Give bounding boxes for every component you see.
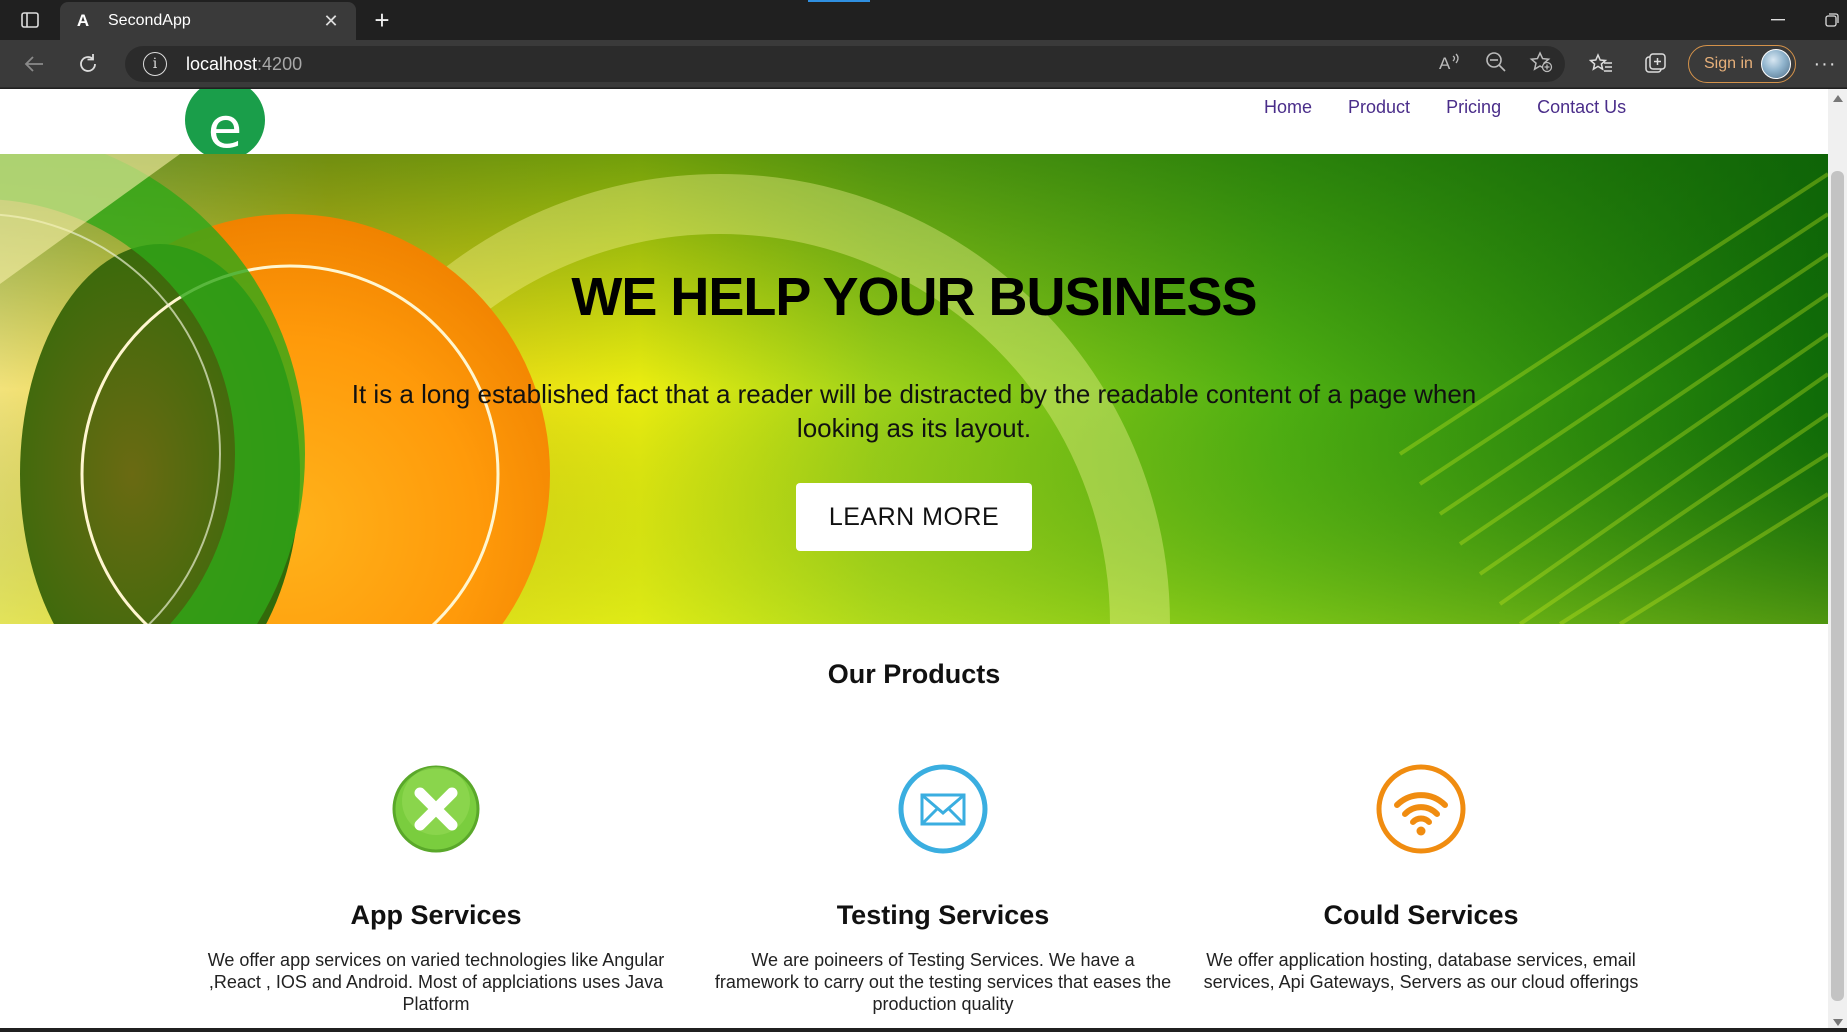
product-desc: We offer application hosting, database s… (1203, 950, 1639, 992)
sign-in-button[interactable]: Sign in (1688, 45, 1796, 83)
new-tab-icon[interactable]: + (368, 5, 396, 35)
close-tab-icon[interactable]: ✕ (320, 11, 342, 32)
scroll-up-icon[interactable] (1833, 95, 1843, 102)
product-card-app: App Services We offer app services on va… (201, 761, 671, 1015)
minimize-icon[interactable] (1766, 8, 1790, 32)
hero-title: WE HELP YOUR BUSINESS (571, 267, 1257, 327)
product-card-testing: Testing Services We are poineers of Test… (708, 761, 1178, 1015)
window-bottom-edge (0, 1028, 1847, 1032)
address-bar[interactable]: i localhost:4200 A (125, 46, 1565, 82)
product-desc: We offer app services on varied technolo… (207, 950, 665, 1014)
nav-contact-link[interactable]: Contact Us (1537, 97, 1626, 118)
product-card-cloud: Could Services We offer application host… (1186, 761, 1656, 993)
wifi-icon (1376, 764, 1466, 854)
address-port: :4200 (257, 53, 303, 74)
site-info-icon[interactable]: i (143, 52, 167, 76)
products-title: Our Products (827, 659, 1001, 689)
site-header: e Home Product Pricing Contact Us (0, 89, 1828, 161)
favorites-icon[interactable] (1585, 49, 1617, 79)
svg-text:e: e (208, 96, 242, 161)
envelope-icon (898, 764, 988, 854)
page-viewport: e Home Product Pricing Contact Us WE HEL… (0, 89, 1847, 1032)
sign-in-label: Sign in (1704, 55, 1753, 72)
tab-accent (808, 0, 870, 2)
learn-more-button[interactable]: LEARN MORE (796, 483, 1032, 551)
restore-icon[interactable] (1820, 8, 1844, 32)
back-icon[interactable] (18, 49, 50, 79)
zoom-out-icon[interactable] (1485, 51, 1507, 78)
more-menu-icon[interactable]: ··· (1810, 49, 1840, 79)
scrollbar-thumb[interactable] (1831, 171, 1844, 1001)
address-host: localhost (186, 53, 258, 74)
scroll-down-icon[interactable] (1833, 1019, 1843, 1026)
main-nav: Home Product Pricing Contact Us (1264, 97, 1626, 118)
tab-actions-icon[interactable] (18, 9, 42, 31)
close-circle-icon (392, 765, 480, 853)
nav-pricing-link[interactable]: Pricing (1446, 97, 1501, 118)
svg-text:A: A (1439, 54, 1451, 72)
browser-toolbar: i localhost:4200 A Sign in ··· (0, 40, 1847, 88)
browser-tab[interactable]: A SecondApp ✕ (60, 2, 356, 40)
product-name: Testing Services (836, 900, 1050, 930)
tab-title: SecondApp (108, 12, 191, 29)
browser-tab-bar: A SecondApp ✕ + (0, 0, 1847, 40)
page-scrollbar[interactable] (1828, 89, 1847, 1032)
collections-icon[interactable] (1640, 49, 1672, 79)
hero-text: It is a long established fact that a rea… (351, 379, 1477, 443)
angular-icon: A (76, 11, 90, 30)
refresh-icon[interactable] (72, 49, 104, 79)
avatar (1761, 49, 1791, 79)
product-name: App Services (350, 900, 522, 930)
hero-banner: WE HELP YOUR BUSINESS It is a long estab… (0, 154, 1828, 624)
product-name: Could Services (1323, 900, 1519, 930)
nav-home-link[interactable]: Home (1264, 97, 1312, 118)
read-aloud-icon[interactable]: A (1439, 52, 1463, 77)
nav-product-link[interactable]: Product (1348, 97, 1410, 118)
product-desc: We are poineers of Testing Services. We … (714, 950, 1172, 1014)
add-favorite-icon[interactable] (1529, 50, 1553, 78)
brand-logo-icon[interactable]: e (184, 89, 266, 161)
